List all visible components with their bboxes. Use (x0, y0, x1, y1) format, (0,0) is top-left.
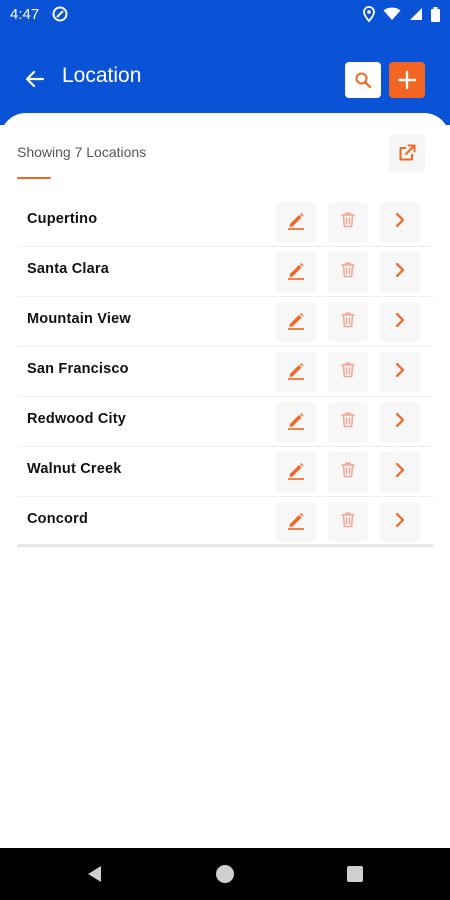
edit-button[interactable] (276, 452, 316, 492)
open-location-button[interactable] (380, 302, 420, 342)
home-circle-icon[interactable] (216, 865, 234, 883)
edit-button[interactable] (276, 202, 316, 242)
chevron-right-icon (394, 412, 406, 433)
back-button[interactable] (22, 66, 48, 92)
edit-button[interactable] (276, 252, 316, 292)
location-row[interactable]: Mountain View (17, 297, 433, 347)
trash-icon (340, 411, 356, 433)
back-triangle-icon (88, 866, 101, 882)
location-name: Concord (27, 511, 89, 527)
do-not-disturb-icon (52, 6, 68, 22)
edit-button[interactable] (276, 402, 316, 442)
chevron-right-icon (394, 462, 406, 483)
chevron-right-icon (394, 212, 406, 233)
delete-button[interactable] (328, 202, 368, 242)
count-underline (17, 177, 51, 179)
arrow-left-icon (25, 70, 45, 88)
pencil-icon (286, 210, 306, 235)
location-name: Walnut Creek (27, 461, 122, 477)
delete-button[interactable] (328, 252, 368, 292)
system-nav-bar (0, 848, 450, 900)
search-button[interactable] (345, 62, 381, 98)
trash-icon (340, 511, 356, 533)
app-bar: Location (0, 30, 450, 125)
page-title: Location (62, 64, 142, 87)
trash-icon (340, 311, 356, 333)
status-bar: 4:47 (0, 0, 450, 30)
search-icon (355, 72, 372, 89)
trash-icon (340, 261, 356, 283)
chevron-right-icon (394, 512, 406, 533)
location-name: Mountain View (27, 311, 131, 327)
delete-button[interactable] (328, 352, 368, 392)
open-location-button[interactable] (380, 452, 420, 492)
location-row[interactable]: Santa Clara (17, 247, 433, 297)
chevron-right-icon (394, 362, 406, 383)
location-list: Cupertino Santa Clara Mountain View San Fra… (17, 197, 433, 547)
trash-icon (340, 211, 356, 233)
open-location-button[interactable] (380, 252, 420, 292)
pencil-icon (286, 360, 306, 385)
location-row[interactable]: Concord (17, 497, 433, 547)
location-row[interactable]: Redwood City (17, 397, 433, 447)
add-location-button[interactable] (389, 62, 425, 98)
open-location-button[interactable] (380, 352, 420, 392)
edit-button[interactable] (276, 502, 316, 542)
open-location-button[interactable] (380, 202, 420, 242)
delete-button[interactable] (328, 502, 368, 542)
location-name: Redwood City (27, 411, 127, 427)
signal-icon (409, 7, 423, 26)
location-name: Cupertino (27, 211, 98, 227)
pencil-icon (286, 460, 306, 485)
location-count-label: Showing 7 Locations (17, 144, 147, 160)
location-name: San Francisco (27, 361, 129, 377)
edit-button[interactable] (276, 302, 316, 342)
plus-icon (397, 70, 417, 90)
wifi-icon (383, 7, 401, 26)
recents-square-icon[interactable] (347, 866, 363, 882)
open-external-icon (399, 144, 416, 161)
pencil-icon (286, 510, 306, 535)
location-row[interactable]: Walnut Creek (17, 447, 433, 497)
open-location-button[interactable] (380, 502, 420, 542)
delete-button[interactable] (328, 402, 368, 442)
pencil-icon (286, 260, 306, 285)
trash-icon (340, 461, 356, 483)
delete-button[interactable] (328, 302, 368, 342)
content-sheet: Showing 7 Locations Cupertino Santa Clara… (0, 113, 450, 848)
location-row[interactable]: Cupertino (17, 197, 433, 247)
pencil-icon (286, 410, 306, 435)
export-button[interactable] (389, 135, 425, 171)
edit-button[interactable] (276, 352, 316, 392)
status-time: 4:47 (10, 6, 40, 23)
delete-button[interactable] (328, 452, 368, 492)
location-pin-icon (363, 6, 375, 27)
status-icons (363, 6, 440, 27)
location-row[interactable]: San Francisco (17, 347, 433, 397)
trash-icon (340, 361, 356, 383)
battery-icon (431, 6, 440, 27)
chevron-right-icon (394, 262, 406, 283)
open-location-button[interactable] (380, 402, 420, 442)
nav-back-button[interactable] (86, 865, 104, 888)
pencil-icon (286, 310, 306, 335)
chevron-right-icon (394, 312, 406, 333)
location-name: Santa Clara (27, 261, 109, 277)
